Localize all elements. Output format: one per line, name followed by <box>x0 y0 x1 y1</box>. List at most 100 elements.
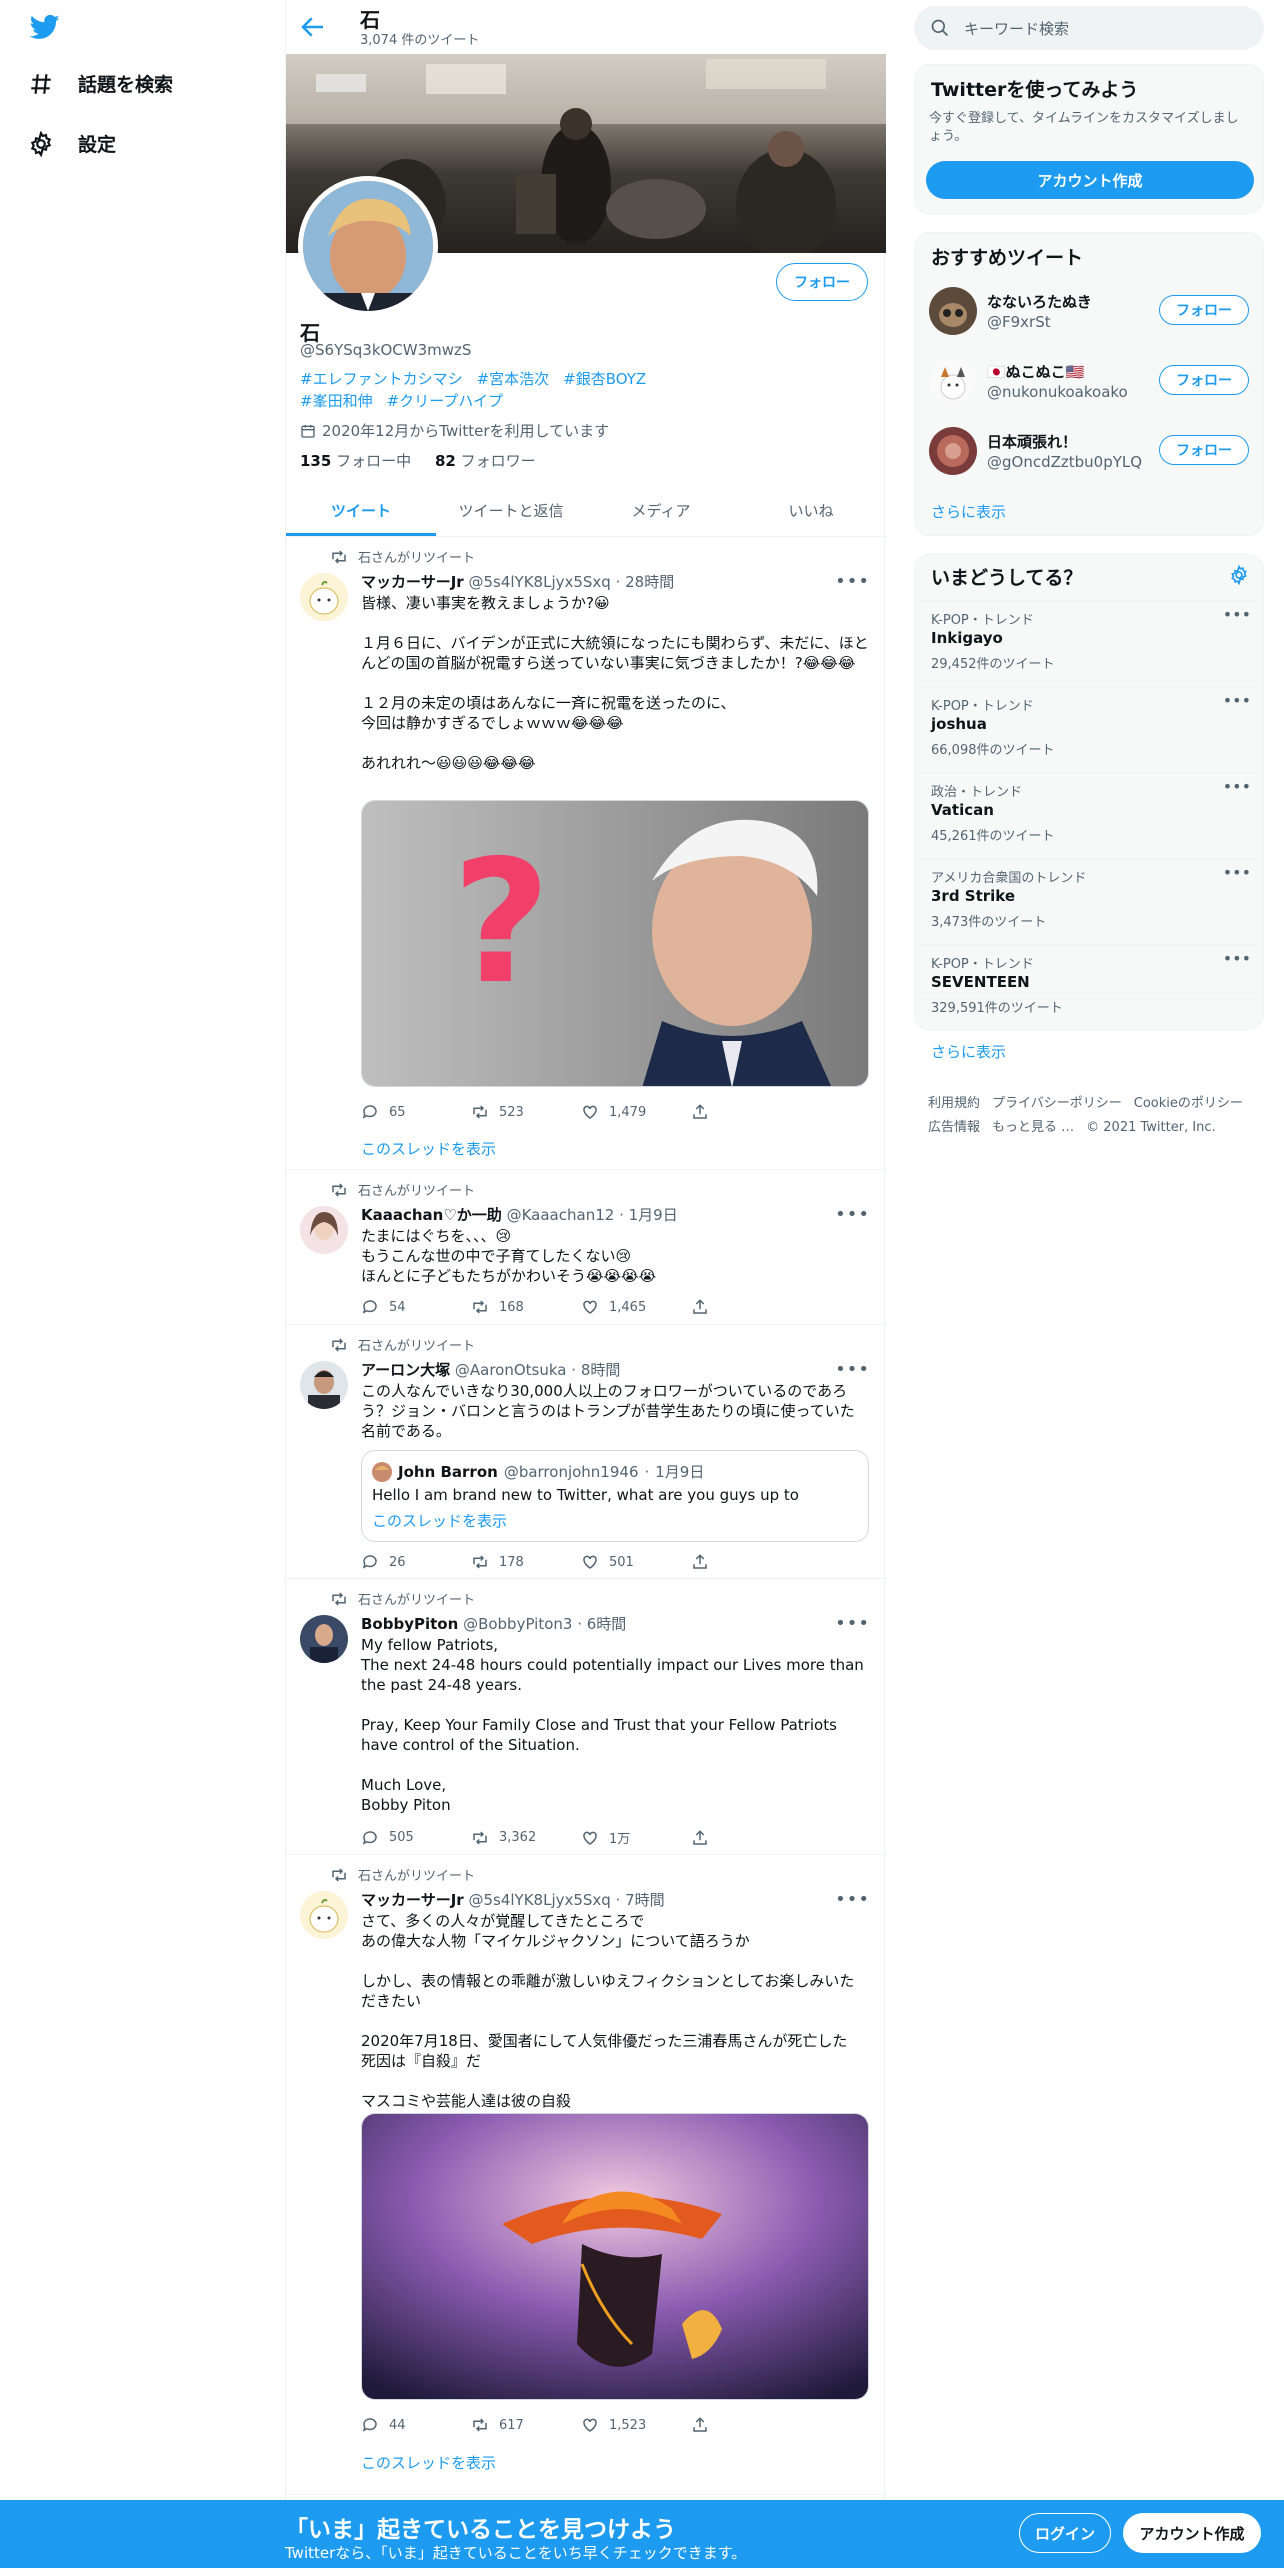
tweet-media-image[interactable] <box>361 2113 869 2400</box>
footer-link[interactable]: 広告情報 <box>928 1120 980 1135</box>
hashtag-link[interactable]: #峯田和伸 <box>300 392 373 410</box>
more-options-icon[interactable]: ••• <box>1223 605 1251 624</box>
quoted-tweet[interactable]: John Barron @barronjohn1946 · 1月9日 Hello I… <box>361 1450 869 1542</box>
share-button[interactable] <box>691 2416 801 2434</box>
follow-button[interactable]: フォロー <box>1159 365 1249 395</box>
tweet-author-name: マッカーサーJr <box>361 1891 464 1909</box>
show-more-link[interactable]: さらに表示 <box>931 501 1006 522</box>
more-options-icon[interactable]: ••• <box>1223 863 1251 882</box>
login-button[interactable]: ログイン <box>1019 2513 1111 2553</box>
retweet-button[interactable]: 523 <box>471 1103 581 1121</box>
hashtag-link[interactable]: #銀杏BOYZ <box>563 370 646 388</box>
reply-icon <box>362 1830 377 1845</box>
signup-button[interactable]: アカウント作成 <box>1123 2513 1261 2553</box>
trend-item[interactable]: K-POP・トレンド Inkigayo 29,452件のツイート ••• <box>915 600 1265 686</box>
tweet[interactable]: 石さんがリツイート マッカーサーJr @5s4lYK8Ljyx5Sxq · 7時… <box>286 1855 886 2495</box>
tweet-text: 皆様、凄い事実を教えましょうか?😀 １月６日に、バイデンが正式に大統領になったに… <box>361 594 869 772</box>
more-options-icon[interactable]: ••• <box>835 1613 870 1634</box>
gear-icon[interactable] <box>1229 565 1249 585</box>
like-button[interactable]: 1,465 <box>581 1298 691 1316</box>
recommended-account[interactable]: なないろたぬき @F9xrSt フォロー <box>929 287 1249 347</box>
share-button[interactable] <box>691 1828 801 1847</box>
tweet-media-image[interactable]: ? <box>361 800 869 1087</box>
share-button[interactable] <box>691 1103 801 1121</box>
tab-likes[interactable]: いいね <box>736 484 886 536</box>
retweet-button[interactable]: 617 <box>471 2416 581 2434</box>
recommended-account[interactable]: 日本頑張れ！ @gOncdZztbu0pYLQ フォロー <box>929 427 1249 487</box>
hashtag-link[interactable]: #エレファントカシマシ <box>300 370 463 388</box>
tweet-avatar[interactable] <box>300 1615 348 1663</box>
hashtag-link[interactable]: #宮本浩次 <box>477 370 550 388</box>
search-placeholder: キーワード検索 <box>964 19 1070 38</box>
following-stat[interactable]: 135 フォロー中 <box>300 452 411 470</box>
share-icon <box>693 1104 707 1119</box>
share-button[interactable] <box>691 1553 801 1571</box>
tab-tweets[interactable]: ツイート <box>286 484 436 536</box>
nav-explore[interactable]: 話題を検索 <box>28 70 173 97</box>
tweet-avatar[interactable] <box>300 1206 348 1254</box>
show-thread-link[interactable]: このスレッドを表示 <box>361 1138 496 1159</box>
quoted-show-thread-link[interactable]: このスレッドを表示 <box>372 1510 507 1531</box>
tweet[interactable]: 石さんがリツイート アーロン大塚 @AaronOtsuka · 8時間 ••• … <box>286 1325 886 1579</box>
reply-button[interactable]: 65 <box>361 1103 471 1121</box>
like-button[interactable]: 1万 <box>581 1828 691 1847</box>
profile-header-bar: 石 3,074 件のツイート <box>286 0 886 54</box>
tweet[interactable]: 石さんがリツイート Kaaachan♡か一助 @Kaaachan12 · 1月9… <box>286 1170 886 1325</box>
trend-item[interactable]: 政治・トレンド Vatican 45,261件のツイート ••• <box>915 772 1265 858</box>
reply-button[interactable]: 26 <box>361 1553 471 1571</box>
trends-title: いまどうしてる？ <box>931 567 1083 589</box>
footer-link[interactable]: 利用規約 <box>928 1096 980 1111</box>
tweet-avatar[interactable] <box>300 573 348 621</box>
hashtag-link[interactable]: #クリープハイプ <box>387 392 503 410</box>
nav-settings[interactable]: 設定 <box>28 130 116 157</box>
share-icon <box>693 1829 707 1845</box>
tweet-avatar[interactable] <box>300 1891 348 1939</box>
share-button[interactable] <box>691 1298 801 1316</box>
reply-button[interactable]: 54 <box>361 1298 471 1316</box>
like-button[interactable]: 501 <box>581 1553 691 1571</box>
tweet-time: 1月9日 <box>628 1206 678 1224</box>
tweet[interactable]: 石さんがリツイート BobbyPiton @BobbyPiton3 · 6時間 … <box>286 1579 886 1855</box>
more-options-icon[interactable]: ••• <box>1223 691 1251 710</box>
footer-link[interactable]: もっと見る … <box>992 1120 1074 1135</box>
retweet-button[interactable]: 178 <box>471 1553 581 1571</box>
more-options-icon[interactable]: ••• <box>835 571 870 592</box>
follow-button[interactable]: フォロー <box>1159 435 1249 465</box>
tweet-avatar[interactable] <box>300 1361 348 1409</box>
tweet-actions: 54 168 1,465 <box>361 1298 801 1316</box>
show-more-link[interactable]: さらに表示 <box>931 1041 1006 1062</box>
followers-stat[interactable]: 82 フォロワー <box>435 452 536 470</box>
footer-link[interactable]: プライバシーポリシー <box>992 1096 1122 1111</box>
trend-item[interactable]: アメリカ合衆国のトレンド 3rd Strike 3,473件のツイート ••• <box>915 858 1265 944</box>
like-button[interactable]: 1,479 <box>581 1103 691 1121</box>
tweet[interactable]: 石さんがリツイート マッカーサーJr @5s4lYK8Ljyx5Sxq · 28… <box>286 537 886 1170</box>
search-box[interactable]: キーワード検索 <box>914 6 1264 50</box>
more-options-icon[interactable]: ••• <box>835 1889 870 1910</box>
more-options-icon[interactable]: ••• <box>835 1359 870 1380</box>
tab-tweets-and-replies[interactable]: ツイートと返信 <box>436 484 586 536</box>
back-arrow-icon[interactable] <box>298 12 328 42</box>
reply-button[interactable]: 505 <box>361 1828 471 1847</box>
retweet-indicator: 石さんがリツイート <box>330 1865 475 1884</box>
tweet-header: アーロン大塚 @AaronOtsuka · 8時間 <box>361 1361 621 1379</box>
tab-media[interactable]: メディア <box>586 484 736 536</box>
more-options-icon[interactable]: ••• <box>1223 777 1251 796</box>
tweet-time: 8時間 <box>580 1361 621 1379</box>
follow-button[interactable]: フォロー <box>1159 295 1249 325</box>
footer-link[interactable]: Cookieのポリシー <box>1134 1096 1243 1111</box>
recommended-account[interactable]: 🇯🇵ぬこぬこ🇺🇸 @nukonukoakoako フォロー <box>929 357 1249 417</box>
show-thread-link[interactable]: このスレッドを表示 <box>361 2452 496 2473</box>
like-button[interactable]: 1,523 <box>581 2416 691 2434</box>
follow-button[interactable]: フォロー <box>776 263 868 301</box>
profile-avatar[interactable] <box>298 176 438 316</box>
retweet-button[interactable]: 168 <box>471 1298 581 1316</box>
trend-item[interactable]: K-POP・トレンド joshua 66,098件のツイート ••• <box>915 686 1265 772</box>
reply-button[interactable]: 44 <box>361 2416 471 2434</box>
more-options-icon[interactable]: ••• <box>835 1204 870 1225</box>
more-options-icon[interactable]: ••• <box>1223 949 1251 968</box>
retweet-button[interactable]: 3,362 <box>471 1828 581 1847</box>
trend-item[interactable]: K-POP・トレンド SEVENTEEN 329,591件のツイート ••• <box>915 944 1265 1016</box>
twitter-logo-icon[interactable] <box>28 12 62 42</box>
footer-links: 利用規約 プライバシーポリシー Cookieのポリシー 広告情報 もっと見る … © 2… <box>928 1092 1258 1140</box>
create-account-button[interactable]: アカウント作成 <box>926 161 1254 199</box>
